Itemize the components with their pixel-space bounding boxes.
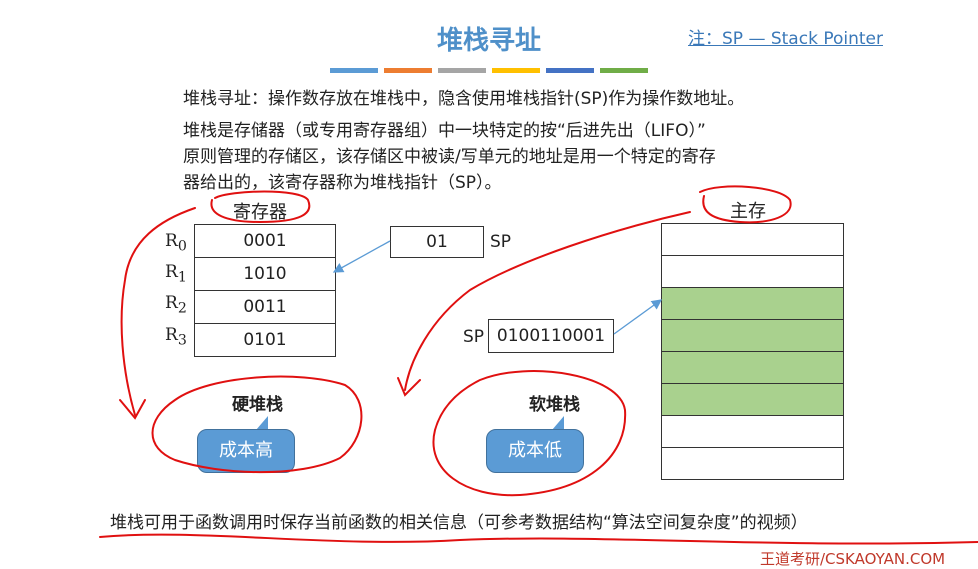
hw-stack-circle [151, 375, 363, 474]
middle-bracket [404, 211, 691, 391]
register-heading-circle [210, 190, 311, 224]
sw-sp-arrow [613, 299, 663, 335]
hw-sp-arrow [332, 240, 391, 273]
watermark: 王道考研/CSKAOYAN.COM [760, 550, 946, 568]
middle-tick [397, 377, 421, 397]
sw-stack-circle [432, 370, 627, 497]
left-bracket [120, 207, 196, 416]
memory-heading-circle [699, 185, 792, 224]
annotation-overlay [99, 185, 978, 545]
footer-underline [99, 533, 978, 545]
footer-text: 堆栈可用于函数调用时保存当前函数的相关信息（可参考数据结构“算法空间复杂度”的视… [110, 513, 808, 533]
